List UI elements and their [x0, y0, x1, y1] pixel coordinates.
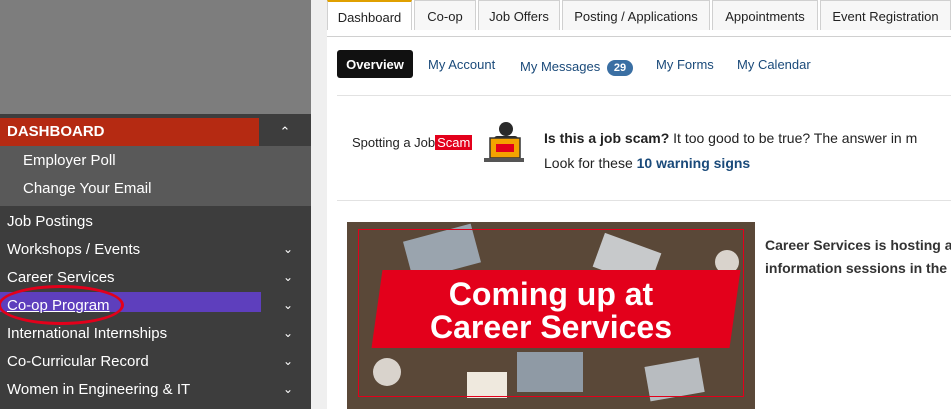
sidebar-item-women-in-engineering[interactable]: Women in Engineering & IT ⌄: [0, 376, 311, 404]
sidebar-header-area: [0, 0, 311, 114]
tab-divider: [327, 36, 951, 37]
sidebar-item-label: Workshops / Events: [7, 241, 141, 258]
chevron-down-icon: ⌄: [282, 298, 293, 312]
scam-warning-line: Look for these 10 warning signs: [544, 155, 750, 171]
my-messages-label: My Messages: [520, 59, 601, 74]
banner-headline-2: Career Services: [430, 309, 672, 345]
subnav-overview[interactable]: Overview: [337, 50, 413, 78]
chevron-down-icon: ⌄: [282, 382, 293, 396]
chevron-down-icon: ⌄: [282, 354, 293, 368]
highlight-circle-annotation: [0, 285, 124, 325]
sidebar-item-job-postings[interactable]: Job Postings: [0, 208, 311, 236]
scam-logo-text: Spotting a Job Scam: [352, 135, 473, 150]
sidebar-item-label: International Internships: [7, 325, 168, 342]
tab-appointments[interactable]: Appointments: [712, 0, 818, 30]
dashboard-section-header[interactable]: DASHBOARD: [0, 118, 259, 146]
warning-signs-link[interactable]: 10 warning signs: [637, 155, 751, 171]
career-services-banner[interactable]: Coming up at Career Services: [347, 222, 755, 409]
chevron-up-icon[interactable]: ⌃: [259, 118, 311, 146]
job-scam-image[interactable]: Spotting a Job Scam: [352, 118, 524, 168]
scam-look-for: Look for these: [544, 155, 637, 171]
banner-headline-1: Coming up at: [448, 276, 654, 312]
messages-count-badge: 29: [606, 60, 634, 76]
gutter: [311, 0, 327, 409]
chevron-down-icon: ⌄: [282, 242, 293, 256]
subnav-my-calendar[interactable]: My Calendar: [737, 50, 811, 78]
subnav-my-messages[interactable]: My Messages 29: [520, 50, 634, 78]
tab-co-op[interactable]: Co-op: [414, 0, 476, 30]
scam-logo-highlight: Scam: [435, 135, 473, 150]
scam-question-rest: It too good to be true? The answer in m: [669, 130, 918, 146]
sidebar-item-label: Career Services: [7, 269, 115, 286]
tab-event-registration[interactable]: Event Registration: [820, 0, 951, 30]
dashboard-submenu: Employer Poll Change Your Email: [0, 146, 311, 206]
career-services-text-1: Career Services is hosting a: [765, 237, 951, 253]
dashboard-section-label: DASHBOARD: [7, 123, 105, 140]
chevron-down-icon: ⌄: [282, 270, 293, 284]
sidebar-item-co-curricular-record[interactable]: Co-Curricular Record ⌄: [0, 348, 311, 376]
tab-posting-applications[interactable]: Posting / Applications: [562, 0, 710, 30]
laptop-hacker-icon: [484, 122, 524, 162]
sidebar-item-label: Co-Curricular Record: [7, 353, 149, 370]
sidebar-item-workshops[interactable]: Workshops / Events ⌄: [0, 236, 311, 264]
scam-logo-prefix: Spotting a Job: [352, 135, 436, 150]
scam-question: Is this a job scam? It too good to be tr…: [544, 130, 917, 146]
scam-question-bold: Is this a job scam?: [544, 130, 670, 146]
sidebar-item-change-email[interactable]: Change Your Email: [23, 180, 151, 197]
subnav-my-account[interactable]: My Account: [428, 50, 495, 78]
sidebar-item-employer-poll[interactable]: Employer Poll: [23, 152, 116, 169]
divider: [337, 95, 951, 96]
tab-job-offers[interactable]: Job Offers: [478, 0, 560, 30]
sidebar-item-label: Job Postings: [7, 213, 93, 230]
career-services-text-2: information sessions in the: [765, 260, 948, 276]
subnav-my-forms[interactable]: My Forms: [656, 50, 714, 78]
chevron-down-icon: ⌄: [282, 326, 293, 340]
divider: [337, 200, 951, 201]
sidebar: DASHBOARD ⌃ Employer Poll Change Your Em…: [0, 0, 311, 409]
sidebar-item-label: Women in Engineering & IT: [7, 381, 191, 398]
tab-dashboard[interactable]: Dashboard: [327, 0, 412, 30]
